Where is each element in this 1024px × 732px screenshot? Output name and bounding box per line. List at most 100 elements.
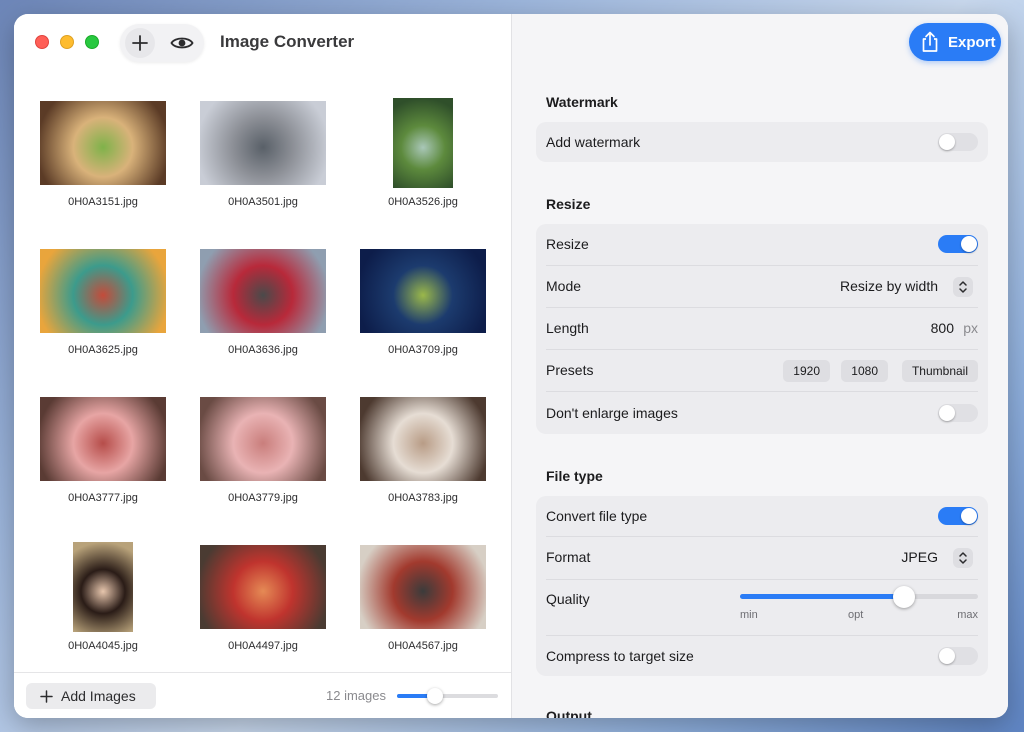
thumbnail-size-knob[interactable] — [427, 688, 444, 704]
image-filename: 0H0A3709.jpg — [388, 344, 458, 356]
thumbnail-frame — [198, 394, 328, 484]
thumbnail-frame — [358, 542, 488, 632]
compress-row: Compress to target size — [536, 636, 988, 676]
thumbnail-frame — [358, 98, 488, 188]
add-images-button[interactable]: Add Images — [26, 683, 156, 709]
image-thumbnail[interactable] — [360, 397, 486, 481]
image-browser-pane: Image Converter 0H0A3151.jpg 0H0A3501.jpg… — [14, 14, 511, 718]
dont-enlarge-label: Don't enlarge images — [546, 405, 678, 421]
mode-value[interactable]: Resize by width — [840, 278, 938, 294]
image-thumbnail[interactable] — [73, 542, 133, 632]
image-tile[interactable]: 0H0A3151.jpg — [38, 98, 168, 238]
eye-icon — [170, 37, 194, 49]
add-image-button[interactable] — [125, 28, 155, 58]
image-tile[interactable]: 0H0A3709.jpg — [358, 246, 488, 386]
image-thumbnail[interactable] — [40, 101, 166, 185]
image-filename: 0H0A3783.jpg — [388, 492, 458, 504]
settings-pane: Export Watermark Add watermark Resize Re… — [511, 14, 1008, 718]
image-thumbnail[interactable] — [393, 98, 453, 188]
file-type-section-title: File type — [546, 468, 603, 484]
format-label: Format — [546, 549, 591, 565]
image-count: 12 images — [326, 688, 386, 703]
image-filename: 0H0A3636.jpg — [228, 344, 298, 356]
app-window: Image Converter 0H0A3151.jpg 0H0A3501.jpg… — [14, 14, 1008, 718]
image-tile[interactable]: 0H0A4045.jpg — [38, 542, 168, 682]
image-tile[interactable]: 0H0A3783.jpg — [358, 394, 488, 534]
export-label: Export — [948, 33, 996, 51]
image-filename: 0H0A3151.jpg — [68, 196, 138, 208]
image-thumbnail[interactable] — [40, 249, 166, 333]
quality-slider[interactable] — [740, 586, 978, 608]
image-tile[interactable]: 0H0A3526.jpg — [358, 98, 488, 238]
image-filename: 0H0A3501.jpg — [228, 196, 298, 208]
image-tile[interactable]: 0H0A4497.jpg — [198, 542, 328, 682]
resize-group: Resize Mode Resize by width Length 800 p… — [536, 224, 988, 434]
thumbnail-size-slider[interactable] — [397, 688, 498, 704]
image-thumbnail[interactable] — [40, 397, 166, 481]
image-thumbnail[interactable] — [200, 101, 326, 185]
mode-stepper[interactable] — [953, 277, 973, 297]
convert-label: Convert file type — [546, 508, 648, 524]
image-tile[interactable]: 0H0A3779.jpg — [198, 394, 328, 534]
output-section-title: Output — [546, 708, 592, 718]
quality-slider-knob[interactable] — [893, 586, 916, 608]
preset-thumbnail-button[interactable]: Thumbnail — [901, 360, 978, 382]
length-input[interactable]: 800 — [931, 320, 954, 336]
image-tile[interactable]: 0H0A3777.jpg — [38, 394, 168, 534]
preview-button[interactable] — [167, 28, 197, 58]
toggle-knob — [939, 648, 955, 664]
resize-section-title: Resize — [546, 196, 591, 212]
export-button[interactable]: Export — [909, 23, 1001, 61]
compress-label: Compress to target size — [546, 648, 694, 664]
chevron-up-down-icon — [959, 281, 967, 293]
watermark-section-title: Watermark — [546, 94, 618, 110]
image-tile[interactable]: 0H0A3501.jpg — [198, 98, 328, 238]
preset-1920-button[interactable]: 1920 — [783, 360, 830, 382]
quality-slider-fill — [740, 594, 905, 599]
image-thumbnail[interactable] — [200, 249, 326, 333]
image-filename: 0H0A4567.jpg — [388, 640, 458, 652]
image-thumbnail[interactable] — [200, 397, 326, 481]
preset-1080-button[interactable]: 1080 — [841, 360, 888, 382]
chevron-up-down-icon — [959, 552, 967, 564]
add-watermark-toggle[interactable] — [938, 133, 978, 151]
quality-row: Quality min opt max — [536, 580, 988, 636]
dont-enlarge-toggle[interactable] — [938, 404, 978, 422]
mode-label: Mode — [546, 278, 582, 294]
close-window-button[interactable] — [35, 35, 49, 49]
resize-toggle[interactable] — [938, 235, 978, 253]
toggle-knob — [961, 508, 977, 524]
resize-label: Resize — [546, 236, 589, 252]
app-title: Image Converter — [220, 32, 355, 51]
format-value[interactable]: JPEG — [901, 549, 938, 565]
image-tile[interactable]: 0H0A3636.jpg — [198, 246, 328, 386]
image-tile[interactable]: 0H0A4567.jpg — [358, 542, 488, 682]
compress-toggle[interactable] — [938, 647, 978, 665]
quality-label: Quality — [546, 591, 590, 607]
mode-row: Mode Resize by width — [536, 266, 988, 308]
zoom-window-button[interactable] — [85, 35, 99, 49]
thumbnail-frame — [358, 246, 488, 336]
image-filename: 0H0A4045.jpg — [68, 640, 138, 652]
image-thumbnail[interactable] — [200, 545, 326, 629]
format-stepper[interactable] — [953, 548, 973, 568]
toolbar-group — [120, 24, 204, 62]
thumbnail-frame — [38, 246, 168, 336]
resize-row: Resize — [536, 224, 988, 266]
convert-toggle[interactable] — [938, 507, 978, 525]
file-type-group: Convert file type Format JPEG Quality mi… — [536, 496, 988, 676]
thumbnail-frame — [358, 394, 488, 484]
image-thumbnail[interactable] — [360, 249, 486, 333]
convert-row: Convert file type — [536, 496, 988, 536]
minimize-window-button[interactable] — [60, 35, 74, 49]
image-thumbnail[interactable] — [360, 545, 486, 629]
thumbnail-frame — [198, 246, 328, 336]
quality-opt-label: opt — [848, 609, 864, 621]
add-images-label: Add Images — [61, 688, 136, 704]
presets-row: Presets 1920 1080 Thumbnail — [536, 350, 988, 392]
image-filename: 0H0A3625.jpg — [68, 344, 138, 356]
image-tile[interactable]: 0H0A3625.jpg — [38, 246, 168, 386]
image-filename: 0H0A3526.jpg — [388, 196, 458, 208]
image-filename: 0H0A3779.jpg — [228, 492, 298, 504]
length-row: Length 800 px — [536, 308, 988, 350]
